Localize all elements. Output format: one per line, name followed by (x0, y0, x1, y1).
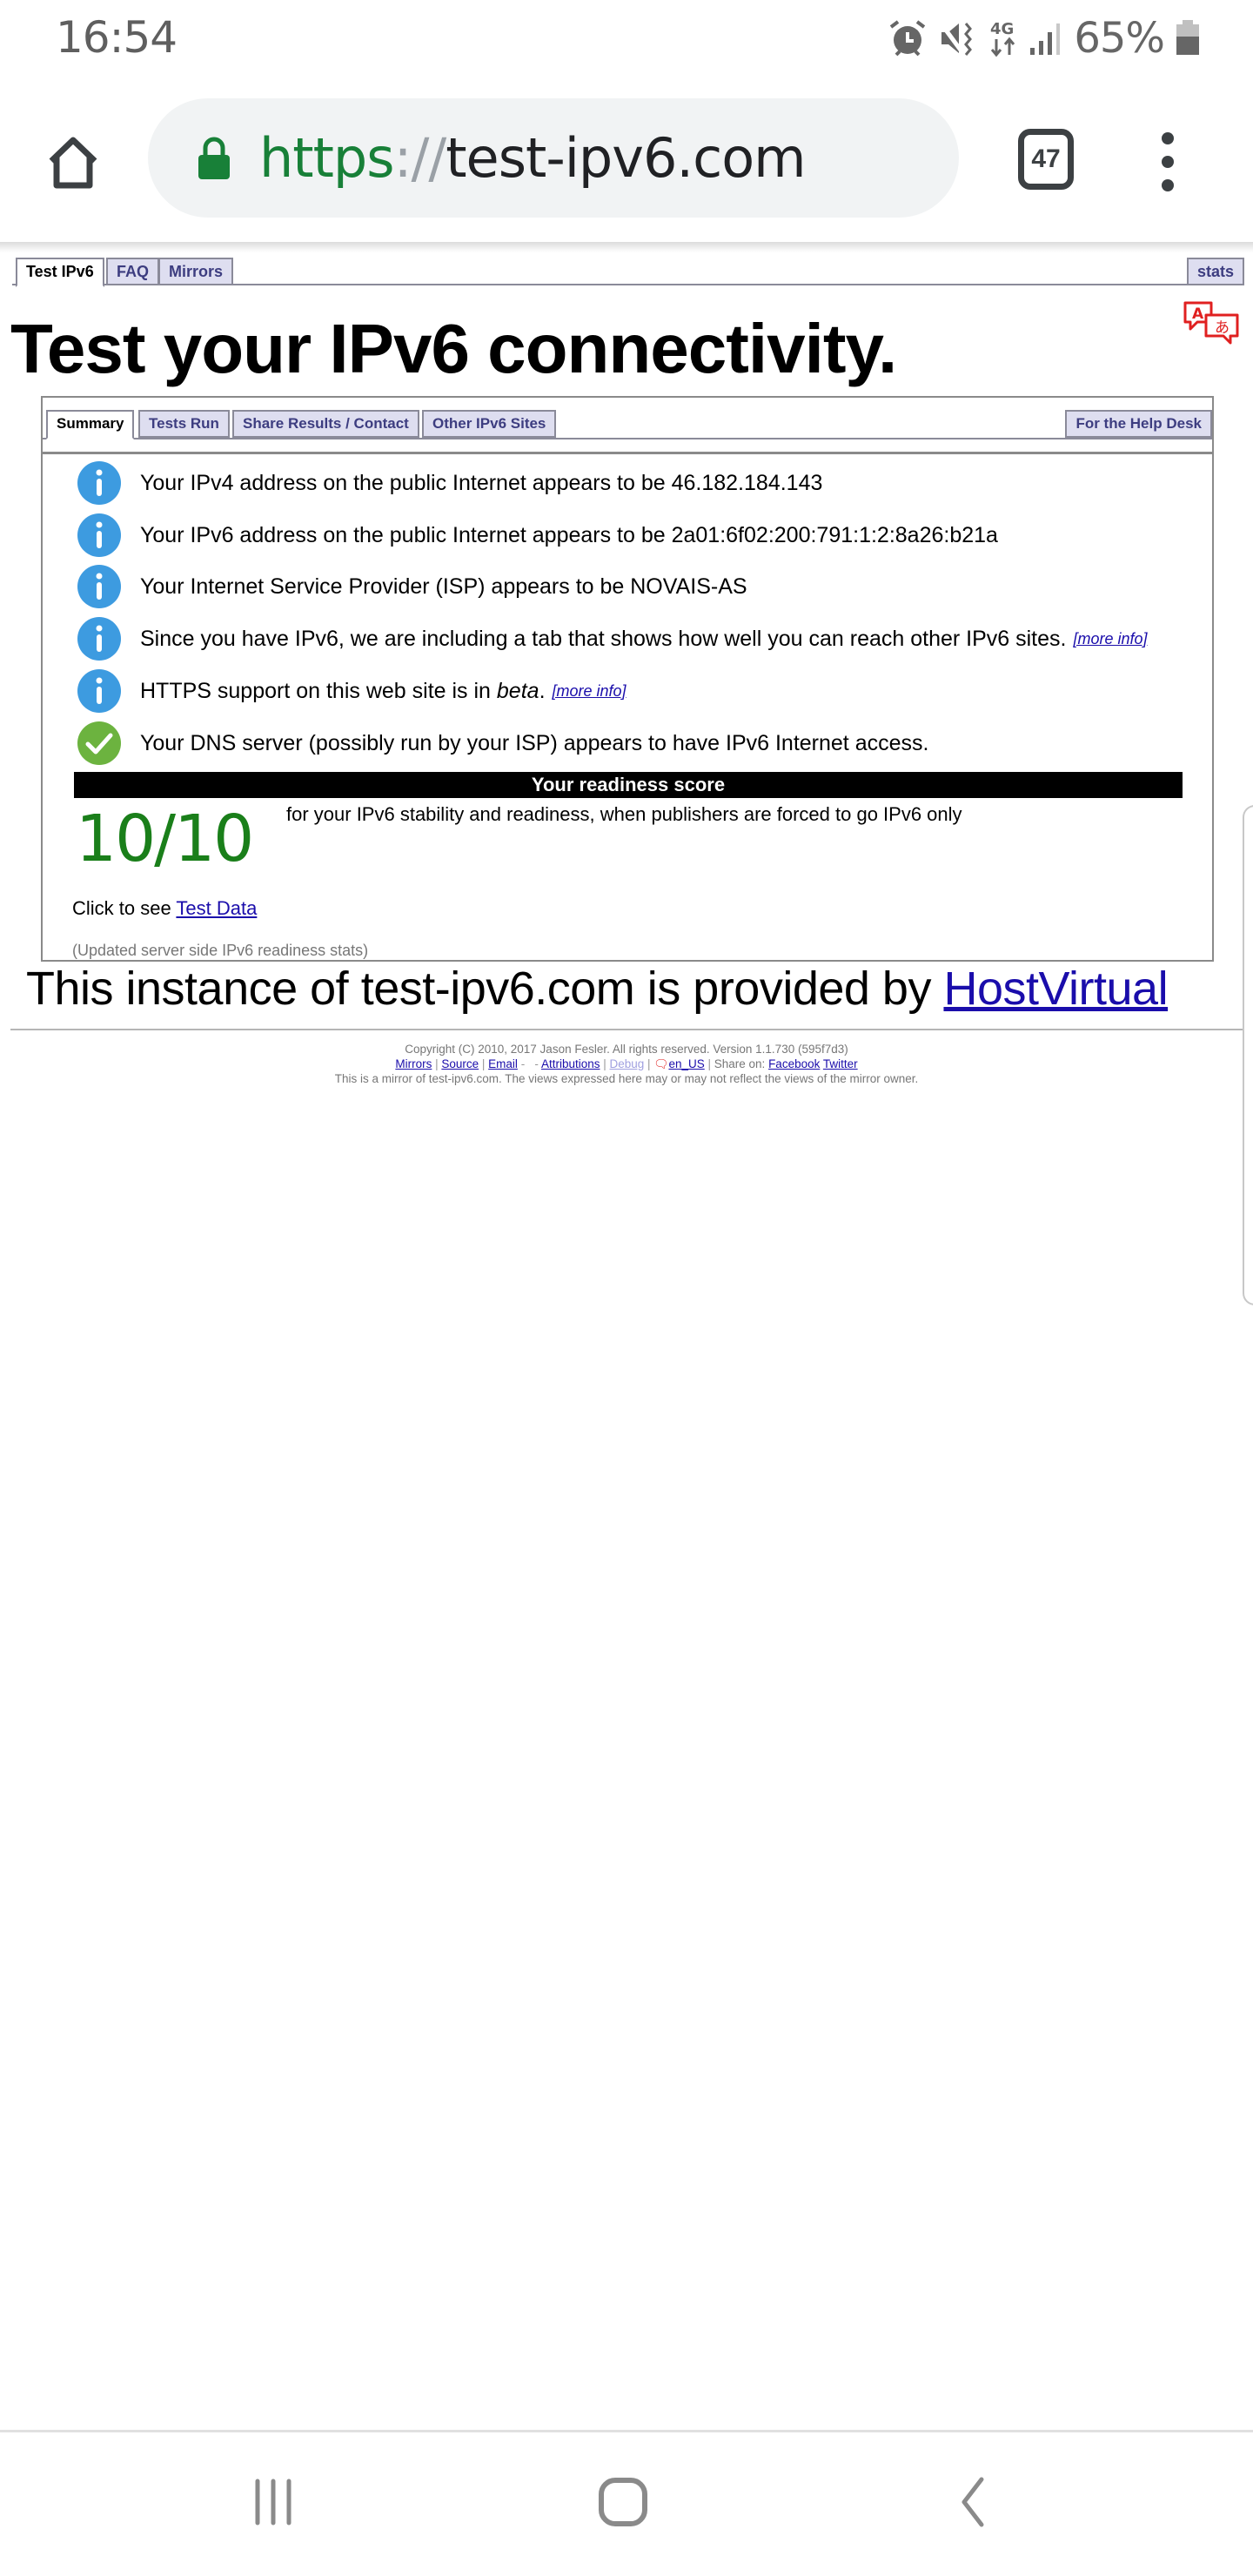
svg-text:4G: 4G (990, 20, 1014, 38)
result-row: Your IPv6 address on the public Internet… (76, 511, 998, 560)
footer-link-attributions[interactable]: Attributions (541, 1057, 600, 1070)
test-data-link[interactable]: Test Data (176, 897, 257, 919)
svg-text:あ: あ (1215, 319, 1230, 337)
result-row: Your IPv4 address on the public Internet… (76, 459, 822, 507)
4g-data-icon: 4G (988, 18, 1018, 58)
alarm-icon (888, 18, 928, 58)
info-icon (77, 461, 121, 505)
mute-icon (938, 18, 978, 58)
battery-percent: 65% (1074, 14, 1165, 63)
info-icon (77, 669, 121, 713)
footer-link-mirrors[interactable]: Mirrors (395, 1057, 432, 1070)
https-text: HTTPS support on this web site is in (140, 678, 497, 703)
page-title: Test your IPv6 connectivity. (10, 310, 897, 387)
home-icon (49, 137, 97, 189)
footer-links: Mirrors | Source | Email - - Attribution… (395, 1057, 858, 1070)
locale-icon: 🗨 (653, 1057, 669, 1070)
home-nav-button[interactable] (588, 2476, 658, 2528)
toolbar-shadow (0, 242, 1253, 252)
provided-by-text: This instance of test-ipv6.com is provid… (26, 963, 944, 1015)
status-bar: 16:54 4G 65% (0, 0, 1253, 78)
footer-link-locale[interactable]: en_US (668, 1057, 704, 1070)
result-row: Since you have IPv6, we are including a … (76, 614, 1148, 663)
result-text: Since you have IPv6, we are including a … (140, 626, 1067, 651)
result-row: Your DNS server (possibly run by your IS… (76, 719, 928, 768)
tab-summary[interactable]: Summary (46, 410, 135, 439)
provided-by-line: This instance of test-ipv6.com is provid… (26, 962, 1169, 1016)
info-icon (77, 565, 121, 608)
url-bar[interactable]: https://test-ipv6.com (148, 98, 959, 218)
back-icon (962, 2477, 984, 2527)
url-host: test-ipv6.com (446, 126, 806, 190)
status-time: 16:54 (56, 12, 178, 63)
copyright: Copyright (C) 2010, 2017 Jason Fesler. A… (405, 1043, 848, 1056)
readiness-score-value: 10/10 (76, 802, 254, 876)
recent-apps-button[interactable] (238, 2476, 308, 2528)
home-button[interactable] (40, 129, 106, 195)
info-icon (77, 617, 121, 661)
svg-text:A: A (1192, 305, 1204, 323)
result-text: Your IPv6 address on the public Internet… (140, 522, 998, 547)
readiness-score-description: for your IPv6 stability and readiness, w… (286, 803, 962, 825)
back-button[interactable] (938, 2476, 1008, 2528)
recent-apps-icon (255, 2479, 291, 2526)
result-text: Your IPv4 address on the public Internet… (140, 470, 823, 495)
share-label: Share on: (714, 1057, 766, 1070)
result-row: Your Internet Service Provider (ISP) app… (76, 562, 747, 611)
system-nav-bar (0, 2432, 1253, 2576)
footer-link-twitter[interactable]: Twitter (823, 1057, 858, 1070)
beta-text: beta (496, 678, 539, 703)
edge-panel-handle[interactable] (1243, 805, 1253, 1305)
url-separator: :// (393, 126, 447, 190)
panel-divider (43, 452, 1212, 454)
tab-count: 47 (1031, 144, 1061, 173)
readiness-score-header: Your readiness score (74, 772, 1183, 798)
result-text: HTTPS support on this web site is in bet… (140, 679, 546, 704)
info-icon (77, 513, 121, 557)
mirror-disclaimer: This is a mirror of test-ipv6.com. The v… (334, 1072, 919, 1085)
more-info-link[interactable]: [more info] (1073, 630, 1147, 648)
tab-test-ipv6[interactable]: Test IPv6 (16, 258, 104, 287)
footer-link-debug[interactable]: Debug (610, 1057, 645, 1070)
tab-faq[interactable]: FAQ (106, 258, 160, 285)
more-vert-icon[interactable] (1150, 127, 1185, 197)
browser-toolbar: https://test-ipv6.com 47 (0, 78, 1253, 244)
footer-link-email[interactable]: Email (488, 1057, 518, 1070)
signal-icon (1029, 18, 1063, 58)
tab-switcher-button[interactable]: 47 (1018, 129, 1074, 190)
test-data-line: Click to see Test Data (72, 897, 257, 920)
result-row: HTTPS support on this web site is in bet… (76, 667, 626, 715)
lock-icon (197, 136, 231, 181)
status-icons: 4G 65% (888, 14, 1201, 63)
footer-link-facebook[interactable]: Facebook (768, 1057, 820, 1070)
page-separator (10, 1029, 1250, 1030)
tab-tests-run[interactable]: Tests Run (138, 410, 230, 438)
checkmark-icon (77, 721, 121, 765)
tab-mirrors[interactable]: Mirrors (158, 258, 234, 285)
footer-link-source[interactable]: Source (441, 1057, 479, 1070)
top-tab-bar: Test IPv6 FAQ Mirrors stats (12, 258, 1244, 287)
updated-stats-note: (Updated server side IPv6 readiness stat… (72, 942, 369, 959)
tab-stats[interactable]: stats (1186, 258, 1244, 285)
more-info-link[interactable]: [more info] (553, 682, 626, 701)
sub-tab-bar: Summary Tests Run Share Results / Contac… (43, 410, 1212, 439)
result-text: Your Internet Service Provider (ISP) app… (140, 574, 747, 599)
url-scheme: https (259, 126, 395, 190)
test-data-prefix: Click to see (72, 897, 177, 919)
hostvirtual-link[interactable]: HostVirtual (943, 963, 1168, 1015)
url-text: https://test-ipv6.com (259, 126, 807, 190)
results-panel: Summary Tests Run Share Results / Contac… (41, 396, 1214, 962)
tab-share-results[interactable]: Share Results / Contact (232, 410, 419, 438)
battery-icon (1175, 18, 1201, 58)
home-nav-icon (599, 2478, 647, 2526)
tab-other-ipv6-sites[interactable]: Other IPv6 Sites (422, 410, 557, 438)
translate-icon[interactable]: A あ (1182, 299, 1241, 345)
https-text-end: . (539, 678, 546, 703)
result-text: Your DNS server (possibly run by your IS… (140, 730, 929, 755)
footer: Copyright (C) 2010, 2017 Jason Fesler. A… (0, 1042, 1253, 1086)
tab-help-desk[interactable]: For the Help Desk (1065, 410, 1212, 438)
